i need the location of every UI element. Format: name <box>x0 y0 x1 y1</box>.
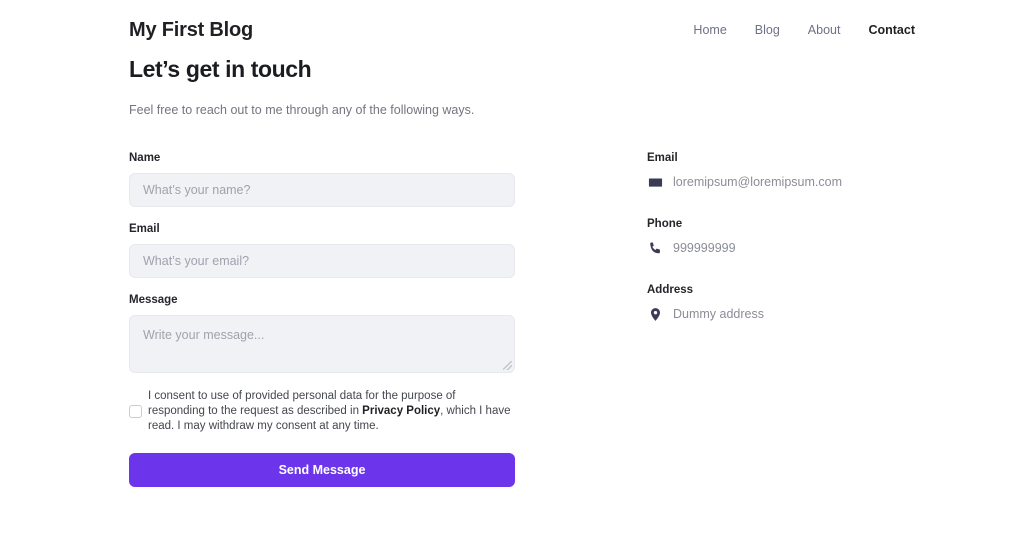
site-title: My First Blog <box>129 18 254 41</box>
privacy-policy-link[interactable]: Privacy Policy <box>362 405 440 417</box>
contact-address-value[interactable]: Dummy address <box>673 307 764 321</box>
email-label: Email <box>129 223 160 235</box>
field-message: Message <box>129 294 515 373</box>
consent-row: I consent to use of provided personal da… <box>129 389 515 435</box>
envelope-icon <box>647 174 663 190</box>
contact-form: Name Email Message <box>129 152 515 487</box>
send-message-button[interactable]: Send Message <box>129 452 515 487</box>
contact-email-value[interactable]: loremipsum@loremipsum.com <box>673 175 842 189</box>
contact-block-address: Address Dummy address <box>647 284 915 322</box>
email-input[interactable] <box>129 244 515 278</box>
contact-email-label: Email <box>647 152 678 164</box>
contact-phone-label: Phone <box>647 218 683 230</box>
consent-text: I consent to use of provided personal da… <box>148 389 515 435</box>
message-textarea-wrapper <box>129 315 515 373</box>
contact-email-row: loremipsum@loremipsum.com <box>647 174 915 190</box>
contact-block-phone: Phone 999999999 <box>647 218 915 256</box>
contact-block-email: Email loremipsum@loremipsum.com <box>647 152 915 190</box>
nav-link-about[interactable]: About <box>808 23 841 37</box>
contact-page: My First Blog Home Blog About Contact Le… <box>0 0 1024 541</box>
phone-icon <box>647 240 663 256</box>
page-title: Let’s get in touch <box>129 56 312 82</box>
contact-address-row: Dummy address <box>647 306 915 322</box>
nav-link-home[interactable]: Home <box>693 23 726 37</box>
contact-details: Email loremipsum@loremipsum.com Phone 99… <box>647 152 915 322</box>
field-email: Email <box>129 223 515 278</box>
message-input[interactable] <box>129 315 515 373</box>
name-label: Name <box>129 152 161 164</box>
main-navigation: Home Blog About Contact <box>693 23 915 37</box>
content-area: Name Email Message <box>129 152 915 487</box>
page-subtitle: Feel free to reach out to me through any… <box>129 103 475 117</box>
field-name: Name <box>129 152 515 207</box>
site-header: My First Blog Home Blog About Contact <box>129 0 915 42</box>
page-container: My First Blog Home Blog About Contact Le… <box>129 0 915 487</box>
name-input[interactable] <box>129 173 515 207</box>
message-label: Message <box>129 294 178 306</box>
contact-address-label: Address <box>647 284 694 296</box>
nav-link-contact[interactable]: Contact <box>868 23 915 37</box>
contact-phone-row: 999999999 <box>647 240 915 256</box>
contact-phone-value[interactable]: 999999999 <box>673 241 736 255</box>
map-pin-icon <box>647 306 663 322</box>
consent-checkbox[interactable] <box>129 405 142 419</box>
nav-link-blog[interactable]: Blog <box>755 23 780 37</box>
